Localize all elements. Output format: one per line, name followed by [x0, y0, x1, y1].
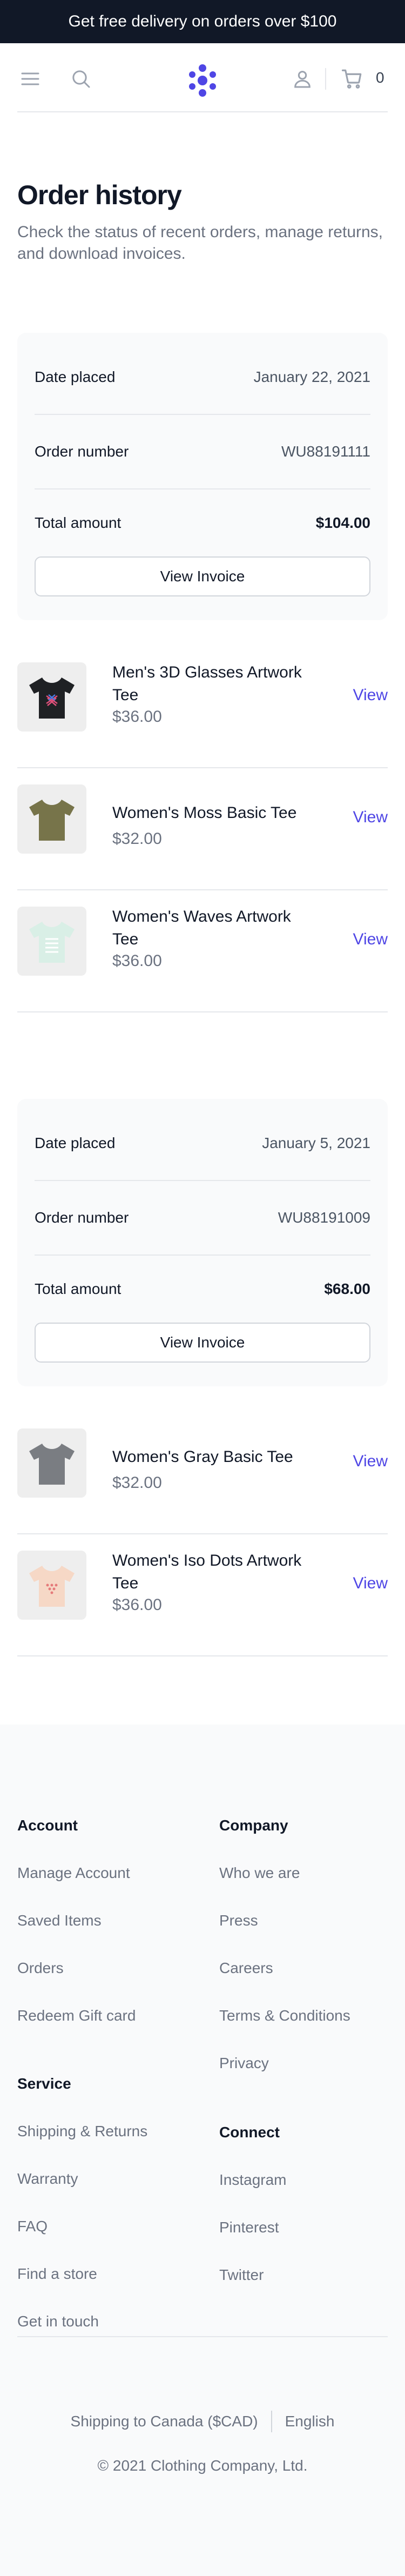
total-amount-value: $68.00 [324, 1280, 370, 1297]
footer-link[interactable]: FAQ [17, 2217, 147, 2265]
promo-banner: Get free delivery on orders over $100 [0, 0, 405, 43]
item-name: Women's Waves Artwork Tee [112, 908, 291, 948]
brand-logo[interactable] [184, 62, 221, 99]
footer-connect-title: Connect [219, 2124, 280, 2141]
footer-link[interactable]: Press [219, 1911, 350, 1959]
view-invoice-button[interactable]: View Invoice [35, 1323, 370, 1363]
total-amount-row: Total amount $68.00 [35, 1256, 370, 1323]
item-name: Women's Moss Basic Tee [112, 804, 297, 822]
total-amount-label: Total amount [35, 1280, 122, 1297]
order-number-row: Order number WU88191111 [35, 415, 370, 489]
footer-column-right: Company Who we are Press Careers Terms &… [219, 1816, 350, 2313]
footer-spacer [219, 2102, 350, 2123]
order-number-value: WU88191009 [278, 1209, 370, 1226]
footer-link[interactable]: Redeem Gift card [17, 2007, 147, 2054]
footer-link[interactable]: Terms & Conditions [219, 2007, 350, 2054]
footer-link[interactable]: Find a store [17, 2265, 147, 2312]
order-summary: Date placed January 22, 2021 Order numbe… [17, 333, 388, 620]
date-placed-label: Date placed [35, 368, 116, 385]
footer-link[interactable]: Shipping & Returns [17, 2122, 147, 2170]
item-name: Women's Gray Basic Tee [112, 1448, 293, 1466]
cart-icon[interactable] [340, 67, 364, 91]
view-item-link[interactable]: View [353, 930, 388, 949]
date-placed-value: January 22, 2021 [253, 368, 370, 385]
footer-link[interactable]: Who we are [219, 1864, 350, 1911]
view-item-link[interactable]: View [353, 808, 388, 827]
footer-bottom: Shipping to Canada ($CAD) English © 2021… [17, 2336, 388, 2474]
footer-link[interactable]: Saved Items [17, 1911, 147, 1959]
black-tee-icon[interactable] [17, 662, 86, 732]
footer-link[interactable]: Careers [219, 1959, 350, 2007]
order-card: Date placed January 22, 2021 Order numbe… [0, 333, 405, 1012]
item-price: $32.00 [112, 830, 162, 848]
date-placed-value: January 5, 2021 [262, 1135, 370, 1151]
total-amount-value: $104.00 [315, 514, 370, 531]
mint-tee-icon[interactable] [17, 907, 86, 976]
footer-link[interactable]: Orders [17, 1959, 147, 2007]
footer-service-title: Service [17, 2075, 71, 2092]
view-item-link[interactable]: View [353, 1452, 388, 1471]
item-price: $36.00 [112, 952, 162, 970]
order-number-label: Order number [35, 443, 129, 460]
order-item: Women's Moss Basic Tee $32.00 View [17, 768, 388, 890]
footer-spacer [17, 2054, 147, 2075]
locale-selector: Shipping to Canada ($CAD) English [17, 2411, 388, 2432]
footer-link[interactable]: Pinterest [219, 2218, 350, 2266]
user-icon[interactable] [291, 67, 314, 91]
order-item: Men's 3D Glasses Artwork Tee $36.00 View [17, 646, 388, 768]
total-amount-label: Total amount [35, 514, 122, 531]
view-item-link[interactable]: View [353, 1574, 388, 1593]
footer-column-left: Account Manage Account Saved Items Order… [17, 1816, 147, 2360]
order-item: Women's Gray Basic Tee $32.00 View [17, 1412, 388, 1534]
footer-company-title: Company [219, 1817, 288, 1834]
item-name: Women's Iso Dots Artwork Tee [112, 1552, 302, 1592]
menu-icon[interactable] [18, 67, 42, 91]
promo-banner-text: Get free delivery on orders over $100 [68, 12, 337, 30]
copyright-text: © 2021 Clothing Company, Ltd. [97, 2457, 308, 2474]
total-amount-row: Total amount $104.00 [35, 489, 370, 556]
language-link[interactable]: English [285, 2413, 335, 2430]
footer-link[interactable]: Privacy [219, 2054, 350, 2102]
page-intro: Order history Check the status of recent… [0, 112, 405, 265]
olive-tee-icon[interactable] [17, 784, 86, 854]
site-footer: Account Manage Account Saved Items Order… [0, 1725, 405, 2576]
view-item-link[interactable]: View [353, 686, 388, 705]
footer-link[interactable]: Twitter [219, 2266, 350, 2313]
order-number-row: Order number WU88191009 [35, 1181, 370, 1256]
footer-account-title: Account [17, 1817, 78, 1834]
order-items: Men's 3D Glasses Artwork Tee $36.00 View… [17, 646, 388, 1012]
view-invoice-button[interactable]: View Invoice [35, 556, 370, 596]
footer-link[interactable]: Instagram [219, 2171, 350, 2218]
item-name: Men's 3D Glasses Artwork Tee [112, 663, 302, 704]
item-price: $32.00 [112, 1474, 162, 1492]
footer-link[interactable]: Warranty [17, 2170, 147, 2217]
page-title: Order history [17, 180, 182, 210]
gray-tee-icon[interactable] [17, 1428, 86, 1498]
order-item: Women's Waves Artwork Tee $36.00 View [17, 890, 388, 1012]
item-price: $36.00 [112, 1596, 162, 1614]
shipping-country-link[interactable]: Shipping to Canada ($CAD) [71, 2413, 258, 2430]
order-number-label: Order number [35, 1209, 129, 1226]
footer-link[interactable]: Manage Account [17, 1864, 147, 1911]
locale-divider [271, 2411, 272, 2432]
date-placed-row: Date placed January 5, 2021 [35, 1106, 370, 1181]
cart-count[interactable]: 0 [376, 69, 384, 86]
order-number-value: WU88191111 [281, 443, 370, 460]
header-divider [325, 68, 326, 90]
page-description: Check the status of recent orders, manag… [17, 223, 383, 263]
search-icon[interactable] [69, 67, 93, 91]
peach-tee-icon[interactable] [17, 1551, 86, 1620]
order-item: Women's Iso Dots Artwork Tee $36.00 View [17, 1534, 388, 1656]
order-items: Women's Gray Basic Tee $32.00 View Women… [17, 1412, 388, 1656]
date-placed-row: Date placed January 22, 2021 [35, 340, 370, 415]
order-card: Date placed January 5, 2021 Order number… [0, 1099, 405, 1656]
order-summary: Date placed January 5, 2021 Order number… [17, 1099, 388, 1386]
site-header: 0 [17, 43, 388, 112]
item-price: $36.00 [112, 708, 162, 726]
date-placed-label: Date placed [35, 1135, 116, 1151]
